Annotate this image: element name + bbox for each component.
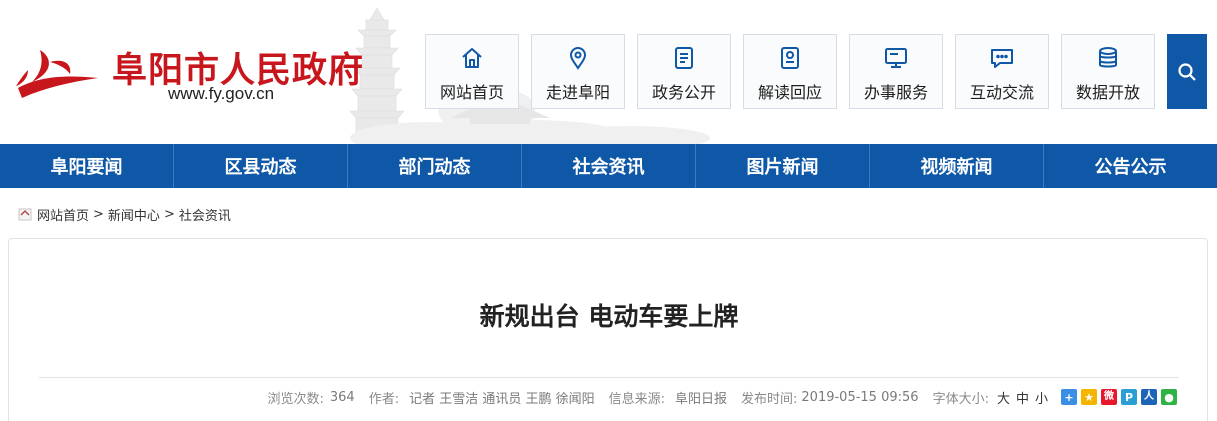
- date-label: 发布时间:: [741, 391, 798, 407]
- database-icon: [1099, 47, 1117, 68]
- main-nav: 阜阳要闻 区县动态 部门动态 社会资讯 图片新闻 视频新闻 公告公示: [0, 144, 1217, 188]
- badge-document-icon: [781, 47, 799, 69]
- font-size-large-button[interactable]: 大: [997, 388, 1010, 407]
- views-label: 浏览次数:: [267, 391, 324, 407]
- site-logo[interactable]: 阜阳市人民政府 www.fy.gov.cn: [10, 38, 363, 108]
- font-size-small-button[interactable]: 小: [1035, 388, 1048, 407]
- quick-nav-opendata-button[interactable]: 数据开放: [1061, 34, 1155, 109]
- breadcrumb-link-home[interactable]: 网站首页: [37, 205, 89, 224]
- article-meta: 浏览次数: 364 作者: 记者 王雪洁 通讯员 王鹏 徐闻阳 信息来源: 阜阳…: [267, 388, 1177, 407]
- nav-item-department-news[interactable]: 部门动态: [348, 144, 522, 188]
- breadcrumb-home-icon: [18, 208, 32, 221]
- source-label: 信息来源:: [608, 391, 665, 407]
- quick-nav-label: 政务公开: [651, 83, 716, 102]
- site-header: 阜阳市人民政府 www.fy.gov.cn 网站首页 走进阜阳 政务公开 解读回…: [0, 0, 1217, 144]
- publish-date: 2019-05-15 09:56: [801, 389, 919, 405]
- quick-nav-label: 互动交流: [969, 83, 1034, 102]
- article-title: 新规出台 电动车要上牌: [479, 302, 739, 331]
- nav-item-photo-news[interactable]: 图片新闻: [696, 144, 870, 188]
- share-buttons: + ★ 微 P 人 ●: [1061, 389, 1177, 405]
- nav-item-fuyang-news[interactable]: 阜阳要闻: [0, 144, 174, 188]
- font-size-medium-button[interactable]: 中: [1016, 388, 1029, 407]
- source-value: 阜阳日报: [675, 391, 728, 407]
- breadcrumb-separator: >: [163, 206, 175, 222]
- tencent-weibo-icon[interactable]: P: [1121, 389, 1137, 405]
- quick-nav-label: 网站首页: [439, 83, 504, 102]
- weibo-icon[interactable]: 微: [1101, 389, 1117, 405]
- quick-nav-label: 走进阜阳: [545, 83, 610, 102]
- fuyang-emblem-icon: [16, 50, 98, 98]
- wechat-icon[interactable]: ●: [1161, 389, 1177, 405]
- article-panel: 新规出台 电动车要上牌 浏览次数: 364 作者: 记者 王雪洁 通讯员 王鹏 …: [8, 238, 1208, 421]
- divider: [39, 377, 1179, 378]
- quick-nav-label: 解读回应: [757, 83, 822, 102]
- search-button[interactable]: [1167, 34, 1207, 109]
- site-url: www.fy.gov.cn: [168, 84, 275, 103]
- share-plus-icon[interactable]: +: [1061, 389, 1077, 405]
- quick-nav: 网站首页 走进阜阳 政务公开 解读回应 办事服务 互动交流 数据开放: [425, 34, 1155, 109]
- nav-item-county-news[interactable]: 区县动态: [174, 144, 348, 188]
- renren-icon[interactable]: 人: [1141, 389, 1157, 405]
- nav-item-video-news[interactable]: 视频新闻: [870, 144, 1044, 188]
- monitor-icon: [885, 48, 907, 68]
- chat-bubble-icon: [991, 49, 1013, 68]
- author-value: 记者 王雪洁 通讯员 王鹏 徐闻阳: [409, 391, 595, 407]
- font-size-label: 字体大小:: [932, 391, 989, 407]
- location-pin-icon: [569, 47, 587, 70]
- nav-item-social-news[interactable]: 社会资讯: [522, 144, 696, 188]
- breadcrumb: 网站首页 > 新闻中心 > 社会资讯: [18, 205, 231, 224]
- quick-nav-label: 数据开放: [1075, 83, 1140, 102]
- quick-nav-about-button[interactable]: 走进阜阳: [531, 34, 625, 109]
- quick-nav-label: 办事服务: [863, 83, 928, 102]
- home-icon: [462, 48, 482, 68]
- author-label: 作者:: [368, 391, 400, 407]
- quick-nav-disclosure-button[interactable]: 政务公开: [637, 34, 731, 109]
- views-count: 364: [329, 389, 355, 405]
- document-icon: [675, 47, 693, 69]
- breadcrumb-separator: >: [93, 206, 104, 222]
- search-icon: [1178, 62, 1196, 81]
- nav-item-announcements[interactable]: 公告公示: [1044, 144, 1217, 188]
- quick-nav-interaction-button[interactable]: 互动交流: [955, 34, 1049, 109]
- breadcrumb-link-social-news[interactable]: 社会资讯: [179, 205, 231, 224]
- qzone-icon[interactable]: ★: [1081, 389, 1097, 405]
- breadcrumb-link-news-center[interactable]: 新闻中心: [108, 205, 160, 224]
- quick-nav-home-button[interactable]: 网站首页: [425, 34, 519, 109]
- quick-nav-interpretation-button[interactable]: 解读回应: [743, 34, 837, 109]
- quick-nav-services-button[interactable]: 办事服务: [849, 34, 943, 109]
